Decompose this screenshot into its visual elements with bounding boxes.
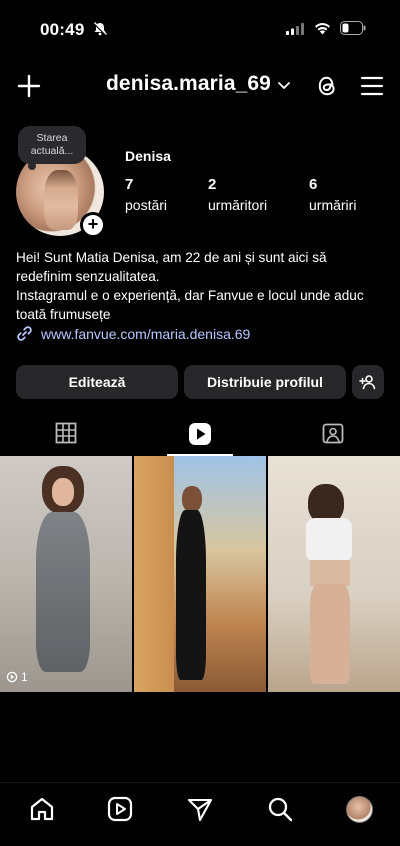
threads-icon[interactable]	[314, 73, 340, 99]
reel-thumbnail[interactable]	[134, 456, 266, 692]
stat-posts-value: 7	[125, 176, 134, 193]
reel-views-badge: 1	[6, 670, 28, 684]
status-time: 00:49	[40, 20, 85, 39]
share-profile-button[interactable]: Distribuie profilul	[184, 365, 346, 399]
stat-followers-label: urmăritori	[208, 197, 268, 213]
stat-followers[interactable]: 2 urmăritori	[208, 176, 267, 213]
stat-posts-label: postări	[125, 197, 168, 213]
bio-line: Hei! Sunt Matia Denisa, am 22 de ani și …	[16, 250, 327, 284]
note-bubble[interactable]: Starea actuală...	[18, 126, 86, 170]
reel-thumbnail[interactable]: 1	[0, 456, 132, 692]
add-story-button[interactable]: +	[80, 212, 106, 238]
display-name: Denisa	[125, 148, 171, 164]
send-icon[interactable]	[186, 795, 214, 823]
bio: Hei! Sunt Matia Denisa, am 22 de ani și …	[16, 248, 386, 324]
profile-avatar-nav[interactable]	[346, 796, 373, 823]
search-icon[interactable]	[266, 795, 294, 823]
profile-header: denisa.maria_69	[0, 60, 400, 112]
username: denisa.maria_69	[106, 72, 271, 95]
bell-muted-icon	[93, 22, 107, 36]
bio-link[interactable]: www.fanvue.com/maria.denisa.69	[16, 325, 250, 342]
bio-link-text: www.fanvue.com/maria.denisa.69	[41, 325, 251, 342]
discover-people-button[interactable]	[352, 365, 384, 399]
stat-following[interactable]: 6 urmăriri	[309, 176, 356, 213]
status-bar: 00:49	[0, 0, 400, 60]
stat-following-value: 6	[309, 176, 318, 193]
tab-reels[interactable]	[133, 414, 266, 456]
battery-icon	[340, 21, 366, 35]
account-switcher[interactable]: denisa.maria_69	[106, 72, 291, 96]
reel-views-count: 1	[21, 670, 28, 684]
chevron-down-icon	[278, 81, 290, 89]
tab-tagged[interactable]	[267, 414, 400, 456]
wifi-icon	[315, 23, 330, 35]
stat-following-label: urmăriri	[309, 197, 357, 213]
edit-profile-button[interactable]: Editează	[16, 365, 178, 399]
signal-icon	[286, 23, 304, 35]
grid-icon	[55, 422, 77, 444]
views-icon	[6, 671, 18, 683]
home-icon[interactable]	[28, 795, 56, 823]
tab-posts-grid[interactable]	[0, 414, 133, 456]
bottom-navigation	[0, 782, 400, 846]
stat-posts[interactable]: 7 postări	[125, 176, 167, 213]
reels-grid: 1	[0, 456, 400, 692]
stat-followers-value: 2	[208, 176, 217, 193]
menu-icon[interactable]	[360, 75, 384, 97]
bio-line: Instagramul e o experiență, dar Fanvue e…	[16, 288, 364, 322]
avatar-photo	[44, 170, 78, 230]
profile-tabs	[0, 414, 400, 456]
tagged-icon	[322, 423, 344, 444]
link-icon	[17, 326, 32, 341]
reels-icon	[189, 423, 211, 445]
create-plus-icon[interactable]	[17, 74, 41, 98]
reels-icon[interactable]	[106, 795, 134, 823]
reel-thumbnail[interactable]	[268, 456, 400, 692]
add-person-icon	[359, 375, 376, 390]
